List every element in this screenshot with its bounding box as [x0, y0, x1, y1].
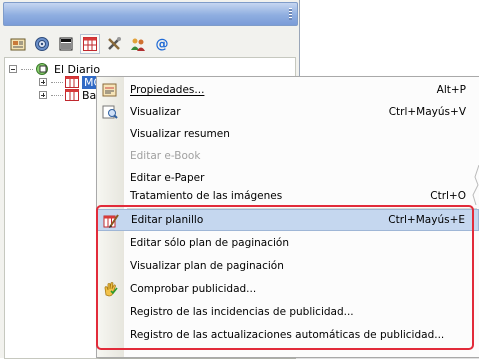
menu-item-visualizar[interactable]: Visualizar Ctrl+Mayús+V [97, 101, 479, 123]
tree-node-label: Ba [82, 88, 97, 102]
menu-item-label: Editar e-Paper [130, 172, 205, 184]
menu-item-visualizar-resumen[interactable]: Visualizar resumen [97, 123, 479, 145]
menu-item-registro-actualizaciones[interactable]: Registro de las actualizaciones automáti… [97, 324, 479, 346]
page-grid-icon[interactable] [56, 34, 76, 54]
planillo-icon[interactable] [80, 34, 100, 54]
menu-item-shortcut: Alt+P [436, 84, 466, 96]
preview-icon [102, 104, 118, 120]
check-ads-icon [102, 281, 118, 297]
menu-item-label: Comprobar publicidad... [130, 283, 257, 295]
panel-toolbar: @ [8, 34, 172, 56]
newspaper-icon[interactable] [8, 34, 28, 54]
layers-icon[interactable] [32, 34, 52, 54]
planillo-node-icon [65, 76, 79, 88]
menu-item-editar-ebook: Editar e-Book [97, 145, 479, 167]
panel-grip-handle[interactable] [289, 8, 292, 20]
menu-item-shortcut: Ctrl+Mayús+E [388, 214, 465, 226]
menu-item-tratamiento-imagenes[interactable]: Tratamiento de las imágenes Ctrl+O [97, 185, 479, 207]
tree-connector [51, 94, 63, 96]
menu-item-label: Propiedades... [130, 84, 205, 96]
menu-item-label: Tratamiento de las imágenes [130, 190, 283, 202]
menu-item-label: Registro de las actualizaciones automáti… [130, 329, 445, 341]
at-glyph: @ [155, 36, 169, 52]
menu-item-label: Registro de las incidencias de publicida… [130, 306, 354, 318]
tree-node-ba[interactable]: Ba [39, 88, 96, 102]
menu-item-label: Editar e-Book [130, 150, 201, 162]
expand-toggle[interactable] [39, 78, 47, 86]
menu-item-label: Visualizar [130, 106, 181, 118]
tools-icon[interactable] [104, 34, 124, 54]
menu-item-editar-plan-paginacion[interactable]: Editar sólo plan de paginación [97, 232, 479, 254]
expand-toggle[interactable] [39, 91, 47, 99]
menu-item-registro-incidencias[interactable]: Registro de las incidencias de publicida… [97, 301, 479, 323]
at-icon[interactable]: @ [152, 34, 172, 54]
context-menu: Propiedades... Alt+P Visualizar Ctrl+May… [96, 76, 479, 358]
tree-connector [51, 81, 63, 83]
panel-titlebar[interactable] [3, 2, 298, 26]
planillo-node-icon [65, 89, 79, 101]
edit-planillo-icon [103, 213, 119, 229]
tree-node-label: El Diario [54, 62, 101, 76]
properties-icon [102, 82, 118, 98]
menu-item-visualizar-plan-paginacion[interactable]: Visualizar plan de paginación [97, 255, 479, 277]
torn-edge-decoration [472, 165, 479, 205]
menu-item-shortcut: Ctrl+O [430, 190, 466, 202]
tree-connector [21, 68, 33, 70]
tree-node-root[interactable]: El Diario [9, 62, 100, 76]
people-icon[interactable] [128, 34, 148, 54]
menu-item-label: Visualizar plan de paginación [130, 260, 284, 272]
menu-item-editar-planillo[interactable]: Editar planillo Ctrl+Mayús+E [97, 209, 479, 231]
menu-item-comprobar-publicidad[interactable]: Comprobar publicidad... [97, 278, 479, 300]
menu-item-propiedades[interactable]: Propiedades... Alt+P [97, 79, 479, 101]
menu-item-label: Visualizar resumen [130, 128, 230, 140]
newspaper-root-icon [36, 63, 48, 75]
collapse-toggle[interactable] [9, 65, 17, 73]
menu-item-shortcut: Ctrl+Mayús+V [388, 106, 466, 118]
menu-item-label: Editar planillo [131, 214, 204, 226]
menu-item-label: Editar sólo plan de paginación [130, 237, 290, 249]
